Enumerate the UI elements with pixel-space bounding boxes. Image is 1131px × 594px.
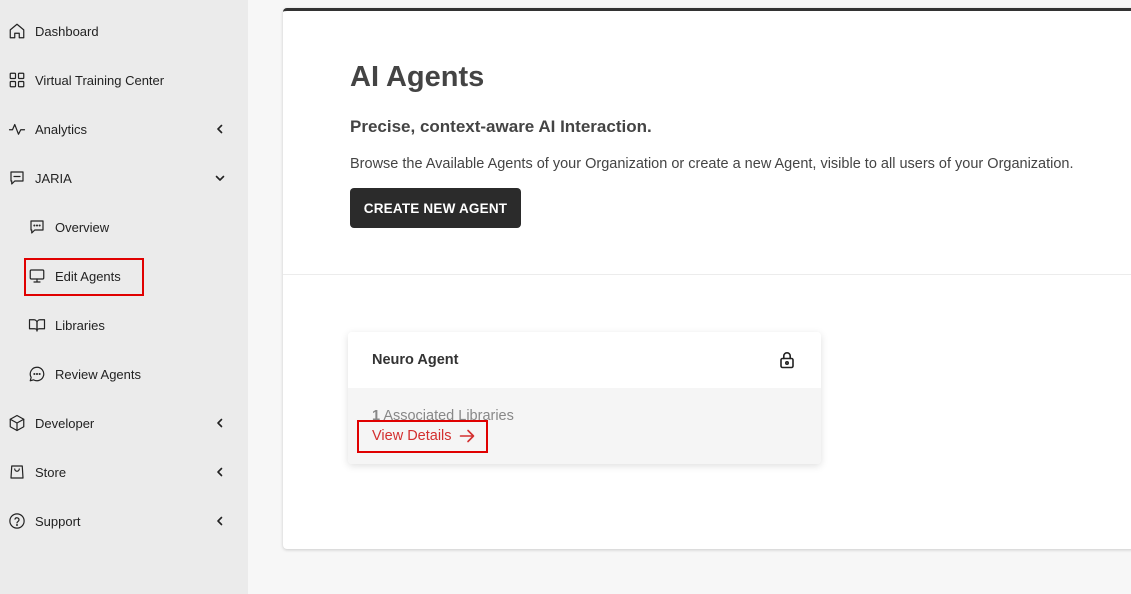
home-icon xyxy=(9,23,25,39)
sidebar-item-edit-agents[interactable]: Edit Agents xyxy=(0,261,248,291)
sidebar-item-label: JARIA xyxy=(35,171,72,186)
associated-libraries-text: 1 Associated Libraries xyxy=(372,408,514,424)
chevron-left-icon xyxy=(217,124,223,134)
message-icon xyxy=(30,220,44,234)
sidebar-item-label: Libraries xyxy=(55,318,105,333)
sidebar-item-dashboard[interactable]: Dashboard xyxy=(0,16,248,46)
arrow-right-icon xyxy=(459,429,474,443)
shopping-bag-icon xyxy=(10,465,24,479)
sidebar-item-developer[interactable]: Developer xyxy=(0,408,248,438)
sidebar: Dashboard Virtual Training Center Analyt… xyxy=(0,0,248,594)
sidebar-item-label: Support xyxy=(35,514,81,529)
page-subtitle: Precise, context-aware AI Interaction. xyxy=(350,117,652,136)
sidebar-item-review-agents[interactable]: Review Agents xyxy=(0,359,248,389)
chat-icon xyxy=(10,171,24,185)
sidebar-item-libraries[interactable]: Libraries xyxy=(0,310,248,340)
sidebar-item-label: Review Agents xyxy=(55,367,141,382)
view-details-label: View Details xyxy=(372,428,452,444)
page-title: AI Agents xyxy=(350,61,485,93)
view-details-link[interactable]: View Details xyxy=(372,428,475,444)
chevron-left-icon xyxy=(217,418,223,428)
sidebar-item-label: Virtual Training Center xyxy=(35,73,165,88)
comment-icon xyxy=(29,366,45,382)
create-new-agent-button[interactable]: CREATE NEW AGENT xyxy=(350,188,521,228)
library-count: 1 xyxy=(372,408,381,424)
help-circle-icon xyxy=(9,513,25,529)
sidebar-item-store[interactable]: Store xyxy=(0,457,248,487)
sidebar-item-jaria[interactable]: JARIA xyxy=(0,163,248,193)
sidebar-item-label: Edit Agents xyxy=(55,269,121,284)
sidebar-item-analytics[interactable]: Analytics xyxy=(0,114,248,144)
sidebar-item-label: Dashboard xyxy=(35,24,99,39)
sidebar-item-support[interactable]: Support xyxy=(0,506,248,536)
agent-card: Neuro Agent 1 Associated Libraries View … xyxy=(348,332,821,464)
agent-name: Neuro Agent xyxy=(372,352,459,368)
lock-icon xyxy=(780,352,794,369)
chevron-left-icon xyxy=(217,467,223,477)
chevron-left-icon xyxy=(217,516,223,526)
main-content-card: AI Agents Precise, context-aware AI Inte… xyxy=(283,8,1131,549)
agent-card-header: Neuro Agent xyxy=(348,332,821,388)
sidebar-item-overview[interactable]: Overview xyxy=(0,212,248,242)
sidebar-item-label: Developer xyxy=(35,416,95,431)
box-icon xyxy=(9,414,25,432)
agent-card-body: 1 Associated Libraries View Details xyxy=(348,388,821,464)
activity-icon xyxy=(8,123,26,135)
library-label: Associated Libraries xyxy=(383,408,514,424)
section-divider xyxy=(283,274,1131,275)
grid-icon xyxy=(9,72,25,88)
chevron-down-icon xyxy=(215,175,225,181)
sidebar-item-label: Analytics xyxy=(35,122,88,137)
monitor-icon xyxy=(29,269,45,283)
sidebar-item-label: Store xyxy=(35,465,67,480)
page-description: Browse the Available Agents of your Orga… xyxy=(350,156,1074,172)
sidebar-item-label: Overview xyxy=(55,220,110,235)
book-icon xyxy=(28,319,46,332)
sidebar-item-virtual-training-center[interactable]: Virtual Training Center xyxy=(0,65,248,95)
